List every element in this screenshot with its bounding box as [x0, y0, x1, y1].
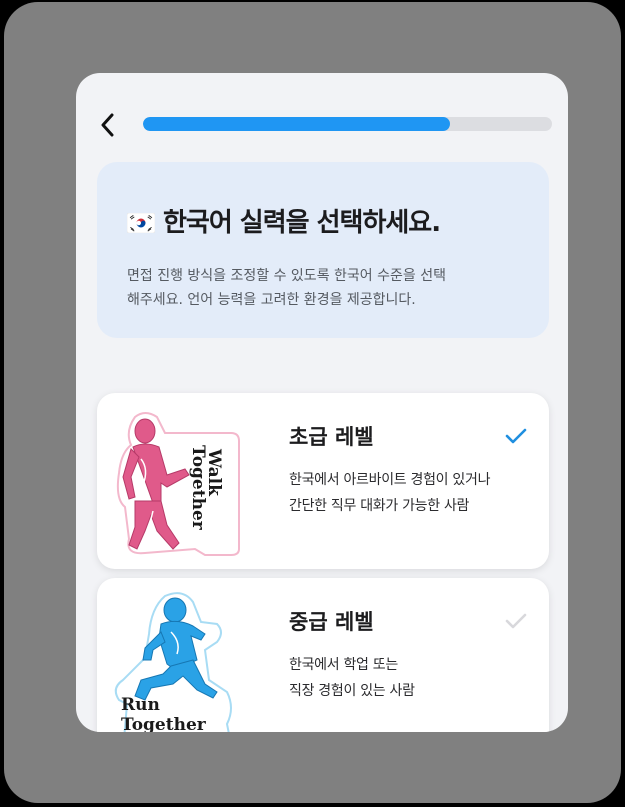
level-description-line: 간단한 직무 대화가 가능한 사람: [289, 498, 470, 514]
level-description-line: 직장 경험이 있는 사람: [289, 683, 415, 699]
level-description: 한국에서 학업 또는 직장 경험이 있는 사람: [289, 652, 539, 704]
level-description: 한국에서 아르바이트 경험이 있거나 간단한 직무 대화가 가능한 사람: [289, 467, 539, 519]
level-title: 중급 레벨: [289, 610, 374, 634]
check-icon: [505, 613, 527, 629]
progress-fill: [143, 117, 450, 131]
sticker-text: Run: [121, 695, 160, 715]
level-option-intermediate[interactable]: Run Together 중급 레벨 한국에서 학업 또는 직장 경험이 있는 …: [97, 578, 549, 732]
level-title: 초급 레벨: [289, 425, 374, 449]
device-frame: 한국어 실력을 선택하세요. 면접 진행 방식을 조정할 수 있도록 한국어 수…: [4, 2, 621, 803]
intro-card: 한국어 실력을 선택하세요. 면접 진행 방식을 조정할 수 있도록 한국어 수…: [97, 162, 549, 338]
level-option-beginner[interactable]: Walk Together 초급 레벨 한국에서 아르바이트 경험이 있거나 간…: [97, 393, 549, 569]
sticker-text: Together: [121, 715, 207, 732]
app-screen: 한국어 실력을 선택하세요. 면접 진행 방식을 조정할 수 있도록 한국어 수…: [76, 73, 568, 732]
intro-description-line: 해주세요. 언어 능력을 고려한 환경을 제공합니다.: [127, 292, 416, 308]
progress-bar: [143, 117, 552, 131]
intro-description: 면접 진행 방식을 조정할 수 있도록 한국어 수준을 선택 해주세요. 언어 …: [127, 264, 527, 312]
walk-together-sticker: Walk Together: [116, 412, 240, 556]
run-together-sticker: Run Together: [114, 592, 232, 732]
back-button[interactable]: [96, 109, 124, 141]
check-icon: [505, 428, 527, 444]
level-description-line: 한국에서 아르바이트 경험이 있거나: [289, 472, 491, 488]
intro-description-line: 면접 진행 방식을 조정할 수 있도록 한국어 수준을 선택: [127, 268, 446, 284]
page-title: 한국어 실력을 선택하세요.: [127, 202, 537, 239]
south-korea-flag-icon: [127, 213, 155, 233]
title-text: 한국어 실력을 선택하세요.: [163, 208, 441, 238]
sticker-text: Together: [188, 445, 208, 531]
level-description-line: 한국에서 학업 또는: [289, 657, 398, 673]
chevron-left-icon: [101, 113, 114, 137]
